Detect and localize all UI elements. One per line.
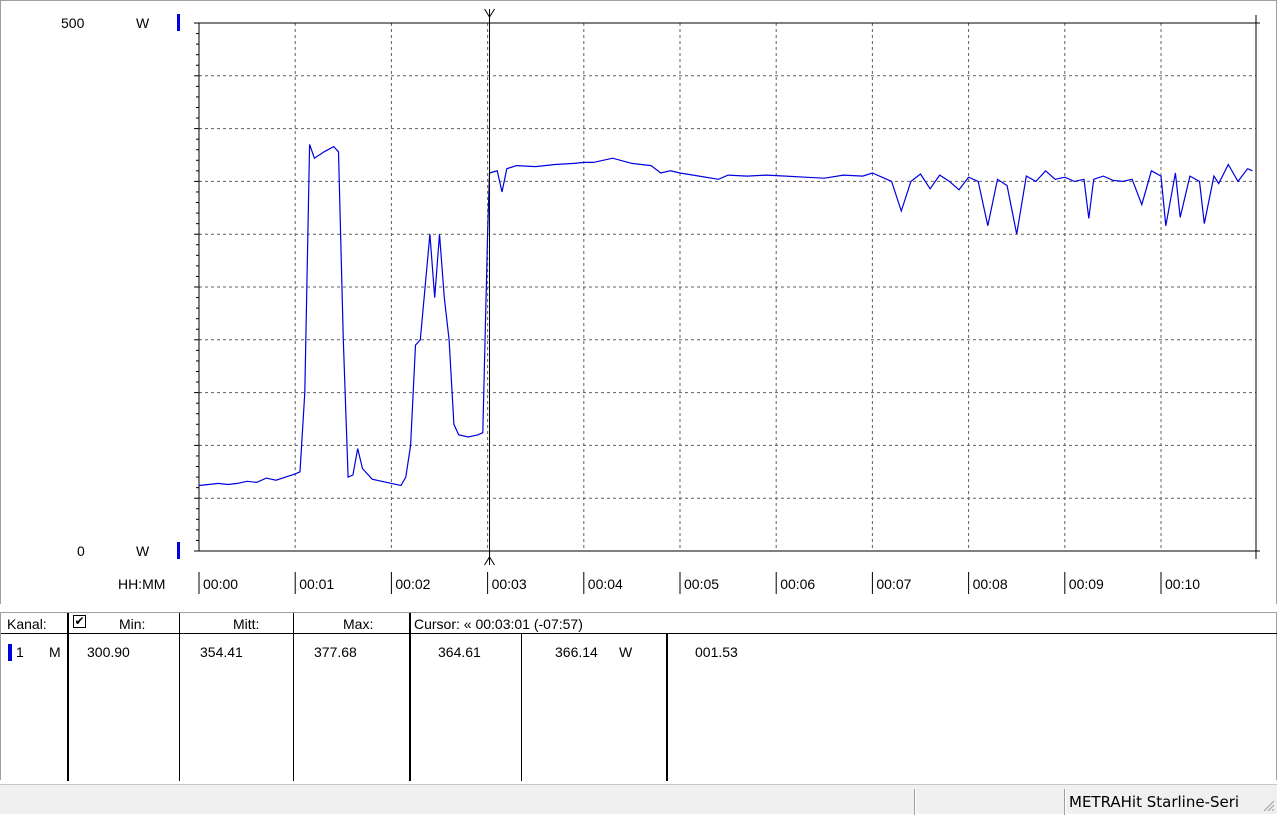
y-bottom-unit-label: W bbox=[136, 543, 150, 559]
x-tick-label: 00:10 bbox=[1165, 576, 1200, 592]
resize-grip-icon[interactable] bbox=[1261, 798, 1275, 812]
x-axis-label: HH:MM bbox=[118, 576, 165, 592]
power-series-line bbox=[198, 144, 1253, 487]
status-separator bbox=[1065, 789, 1066, 815]
x-tick-label: 00:09 bbox=[1069, 576, 1104, 592]
column-divider bbox=[293, 613, 294, 781]
row-cursor-value2: 366.14 bbox=[555, 644, 598, 660]
stats-table: Kanal: ✔ Min: Mitt: Max: Cursor: « 00:03… bbox=[0, 612, 1277, 781]
checkbox-mark: ✔ bbox=[74, 614, 85, 628]
row-cursor-value: 364.61 bbox=[438, 644, 481, 660]
header-cursor: Cursor: « 00:03:01 (-07:57) bbox=[414, 616, 583, 632]
y-top-unit-label: W bbox=[136, 15, 150, 31]
y-bottom-value-label: 0 bbox=[77, 543, 85, 559]
x-tick-label: 00:08 bbox=[973, 576, 1008, 592]
status-bar: METRAHit Starline-Seri bbox=[0, 784, 1277, 815]
column-divider bbox=[409, 613, 411, 781]
header-divider bbox=[1, 633, 1277, 634]
column-divider bbox=[666, 634, 668, 781]
channel-checkbox[interactable]: ✔ bbox=[73, 615, 86, 628]
status-separator bbox=[915, 789, 916, 815]
x-tick-label: 00:00 bbox=[203, 576, 238, 592]
channel-color-marker bbox=[8, 644, 12, 661]
x-tick-label: 00:06 bbox=[780, 576, 815, 592]
row-unit: W bbox=[619, 644, 633, 660]
power-chart[interactable]: 00:00 00:01 00:02 00:03 00:04 00:05 00:06 00:07… bbox=[1, 1, 1277, 605]
column-divider bbox=[179, 613, 180, 781]
row-mode: M bbox=[49, 644, 61, 660]
row-delta: 001.53 bbox=[695, 644, 738, 660]
x-tick-label: 00:05 bbox=[684, 576, 719, 592]
y-bottom-channel-marker bbox=[177, 542, 180, 559]
status-device-name: METRAHit Starline-Seri bbox=[1069, 793, 1240, 811]
column-divider bbox=[521, 634, 522, 781]
chart-panel: 00:00 00:01 00:02 00:03 00:04 00:05 00:06 00:07… bbox=[0, 0, 1277, 604]
column-divider bbox=[67, 613, 69, 781]
x-tick-label: 00:04 bbox=[588, 576, 623, 592]
row-channel: 1 bbox=[16, 644, 24, 660]
header-max: Max: bbox=[343, 616, 374, 632]
header-channel: Kanal: bbox=[7, 616, 47, 632]
header-mean: Mitt: bbox=[233, 616, 260, 632]
x-tick-label: 00:01 bbox=[299, 576, 334, 592]
row-min: 300.90 bbox=[87, 644, 130, 660]
row-mean: 354.41 bbox=[200, 644, 243, 660]
x-tick-label: 00:07 bbox=[876, 576, 911, 592]
header-min: Min: bbox=[119, 616, 146, 632]
y-top-value-label: 500 bbox=[61, 15, 85, 31]
x-tick-label: 00:03 bbox=[492, 576, 527, 592]
x-tick-label: 00:02 bbox=[395, 576, 430, 592]
y-top-channel-marker bbox=[177, 14, 180, 31]
row-max: 377.68 bbox=[314, 644, 357, 660]
